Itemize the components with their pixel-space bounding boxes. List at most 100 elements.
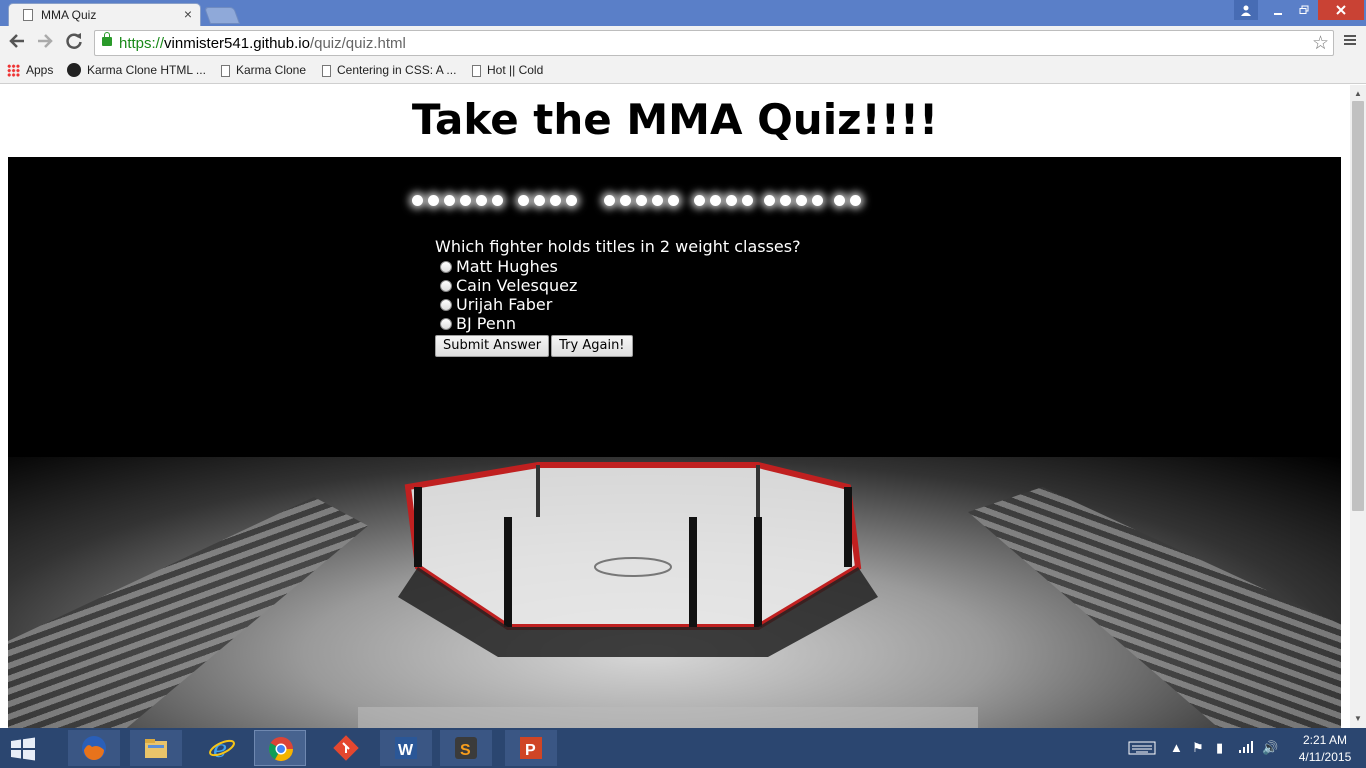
taskbar-internet-explorer[interactable]: e bbox=[196, 730, 248, 766]
quiz-question: Which fighter holds titles in 2 weight c… bbox=[435, 237, 801, 256]
internet-explorer-icon: e bbox=[209, 735, 235, 762]
chrome-menu-button[interactable] bbox=[1340, 32, 1360, 53]
taskbar-sublime-text[interactable]: S bbox=[440, 730, 492, 766]
network-signal-icon[interactable] bbox=[1238, 740, 1254, 757]
arena-lights bbox=[404, 185, 861, 215]
minimize-icon bbox=[1274, 13, 1282, 15]
bookmark-hot-cold[interactable]: Hot || Cold bbox=[472, 63, 543, 77]
profile-button[interactable] bbox=[1234, 0, 1258, 20]
close-icon bbox=[1336, 5, 1346, 15]
clock-time[interactable]: 2:21 AM bbox=[1294, 733, 1356, 747]
url-text[interactable]: https://vinmister541.github.io/quiz/quiz… bbox=[119, 35, 406, 52]
word-icon: W bbox=[395, 737, 417, 759]
lock-icon bbox=[102, 32, 112, 46]
taskbar-file-explorer[interactable] bbox=[130, 730, 182, 766]
start-button[interactable] bbox=[8, 736, 38, 762]
scroll-up-arrow-icon[interactable]: ▲ bbox=[1350, 87, 1366, 101]
show-hidden-icons-icon[interactable]: ▲ bbox=[1170, 740, 1183, 755]
page-icon bbox=[23, 9, 33, 21]
person-icon bbox=[1241, 5, 1251, 16]
answer-option[interactable]: Cain Velesquez bbox=[440, 276, 801, 295]
firefox-icon bbox=[82, 736, 106, 760]
quiz-buttons: Submit Answer Try Again! bbox=[435, 334, 801, 357]
octagon-cage bbox=[358, 462, 978, 728]
power-icon[interactable]: ▮ bbox=[1216, 740, 1223, 756]
reload-button[interactable] bbox=[63, 32, 85, 54]
bookmark-label: Karma Clone HTML ... bbox=[87, 63, 206, 77]
restore-button[interactable] bbox=[1292, 0, 1316, 20]
radio-button[interactable] bbox=[440, 260, 452, 273]
file-explorer-icon bbox=[145, 739, 167, 758]
svg-text:S: S bbox=[460, 742, 471, 759]
bookmark-karma-clone[interactable]: Karma Clone bbox=[221, 63, 306, 77]
bookmark-label: Karma Clone bbox=[236, 63, 307, 77]
answer-option[interactable]: BJ Penn bbox=[440, 314, 801, 333]
bookmark-centering-css[interactable]: Centering in CSS: A ... bbox=[322, 63, 456, 77]
powerpoint-icon: P bbox=[520, 737, 542, 759]
tab-title: MMA Quiz bbox=[41, 8, 97, 22]
scrollbar-thumb[interactable] bbox=[1352, 101, 1364, 511]
svg-text:W: W bbox=[398, 742, 414, 759]
arrow-right-icon bbox=[38, 34, 53, 48]
taskbar-firefox[interactable] bbox=[68, 730, 120, 766]
volume-icon[interactable]: 🔊 bbox=[1262, 740, 1278, 756]
tab-close-icon[interactable]: × bbox=[184, 6, 192, 22]
browser-toolbar: https://vinmister541.github.io/quiz/quiz… bbox=[0, 26, 1366, 60]
taskbar-powerpoint[interactable]: P bbox=[505, 730, 557, 766]
taskbar-git[interactable] bbox=[320, 730, 372, 766]
page-icon bbox=[221, 65, 230, 77]
new-tab-button[interactable] bbox=[203, 7, 241, 24]
browser-tab[interactable]: MMA Quiz × bbox=[8, 3, 201, 26]
quiz-form: Which fighter holds titles in 2 weight c… bbox=[435, 237, 801, 357]
reload-icon bbox=[66, 33, 82, 49]
bookmark-karma-clone-html[interactable]: Karma Clone HTML ... bbox=[67, 63, 206, 77]
chrome-icon bbox=[268, 737, 293, 762]
page-icon bbox=[322, 65, 331, 77]
bookmark-label: Centering in CSS: A ... bbox=[337, 63, 457, 77]
option-label: Cain Velesquez bbox=[456, 276, 578, 295]
bookmark-label: Hot || Cold bbox=[487, 63, 544, 77]
taskbar-chrome[interactable] bbox=[254, 730, 306, 766]
hamburger-menu-icon bbox=[1344, 35, 1356, 45]
minimize-button[interactable] bbox=[1266, 0, 1290, 20]
back-button[interactable] bbox=[6, 32, 28, 54]
bookmark-apps[interactable]: Apps bbox=[7, 63, 53, 77]
answer-option[interactable]: Urijah Faber bbox=[440, 295, 801, 314]
touch-keyboard-icon[interactable] bbox=[1128, 740, 1156, 759]
page-title: Take the MMA Quiz!!!! bbox=[411, 95, 939, 144]
option-label: Matt Hughes bbox=[456, 257, 558, 276]
action-center-flag-icon[interactable]: ⚑ bbox=[1192, 740, 1204, 756]
github-icon bbox=[67, 63, 81, 77]
option-label: Urijah Faber bbox=[456, 295, 553, 314]
restore-icon bbox=[1299, 5, 1309, 14]
url-path: /quiz/quiz.html bbox=[309, 35, 406, 52]
address-bar[interactable]: https://vinmister541.github.io/quiz/quiz… bbox=[94, 30, 1334, 56]
taskbar-word[interactable]: W bbox=[380, 730, 432, 766]
radio-button[interactable] bbox=[440, 279, 452, 292]
answer-option[interactable]: Matt Hughes bbox=[440, 257, 801, 276]
submit-answer-button[interactable]: Submit Answer bbox=[435, 335, 550, 357]
svg-text:P: P bbox=[525, 742, 536, 759]
clock-date[interactable]: 4/11/2015 bbox=[1294, 750, 1356, 764]
try-again-button[interactable]: Try Again! bbox=[551, 335, 633, 357]
window-close-button[interactable] bbox=[1318, 0, 1364, 20]
radio-button[interactable] bbox=[440, 298, 452, 311]
git-icon bbox=[333, 735, 359, 761]
octagon-arena-background: Which fighter holds titles in 2 weight c… bbox=[8, 157, 1341, 728]
url-scheme: https:// bbox=[119, 35, 165, 52]
page-viewport: Take the MMA Quiz!!!! Which fighter hold… bbox=[0, 85, 1350, 728]
option-label: BJ Penn bbox=[456, 314, 516, 333]
svg-text:e: e bbox=[213, 735, 227, 762]
arrow-left-icon bbox=[9, 34, 24, 48]
forward-button[interactable] bbox=[34, 32, 56, 54]
browser-titlebar: MMA Quiz × bbox=[0, 0, 1366, 26]
bookmark-star-icon[interactable]: ☆ bbox=[1312, 32, 1329, 55]
windows-taskbar: e W S P ▲ ⚑ ▮ 🔊 2:21 AM 4/11/2015 bbox=[0, 728, 1366, 768]
bookmarks-bar: Apps Karma Clone HTML ... Karma Clone Ce… bbox=[0, 60, 1366, 84]
scroll-down-arrow-icon[interactable]: ▼ bbox=[1350, 712, 1366, 726]
vertical-scrollbar[interactable]: ▲ ▼ bbox=[1350, 85, 1366, 728]
radio-button[interactable] bbox=[440, 317, 452, 330]
url-host: vinmister541.github.io bbox=[164, 35, 310, 52]
sublime-text-icon: S bbox=[455, 737, 477, 759]
apps-grid-icon bbox=[7, 64, 20, 77]
